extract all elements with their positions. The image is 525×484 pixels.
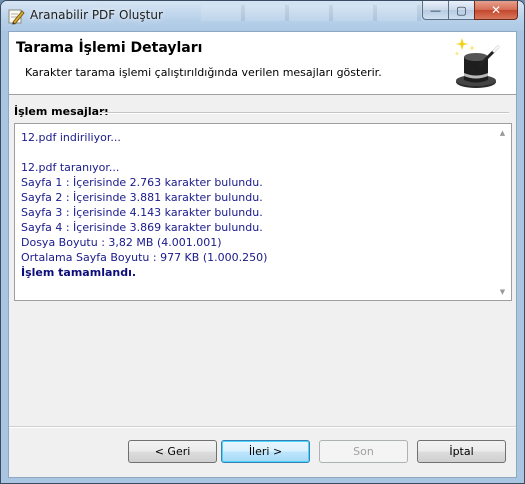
window-title: Aranabilir PDF Oluştur [30, 8, 163, 22]
wizard-client-area: Tarama İşlemi Detayları Karakter tarama … [8, 31, 517, 478]
maximize-icon: ▢ [456, 3, 467, 17]
close-icon: ✕ [490, 3, 502, 17]
messages-log[interactable]: 12.pdf indiriliyor... 12.pdf taranıyor..… [14, 123, 512, 301]
back-button[interactable]: < Geri [128, 440, 217, 463]
cancel-button[interactable]: İptal [417, 440, 506, 463]
magic-hat-icon [454, 38, 500, 88]
button-separator [9, 426, 516, 428]
group-divider [99, 112, 509, 114]
message-line: Sayfa 2 : İçerisinde 3.881 karakter bulu… [21, 191, 263, 204]
vertical-scrollbar[interactable]: ▲ ▼ [494, 124, 511, 300]
page-description: Karakter tarama işlemi çalıştırıldığında… [25, 66, 382, 79]
message-line: Sayfa 3 : İçerisinde 4.143 karakter bulu… [21, 206, 263, 219]
close-button[interactable]: ✕ [474, 1, 518, 20]
finish-button: Son [319, 440, 408, 463]
pen-app-icon [8, 9, 25, 25]
wizard-header: Tarama İşlemi Detayları Karakter tarama … [9, 32, 516, 95]
page-title: Tarama İşlemi Detayları [16, 40, 203, 56]
messages-group-label: İşlem mesajları [14, 105, 112, 118]
message-line: Sayfa 1 : İçerisinde 2.763 karakter bulu… [21, 176, 263, 189]
message-line: 12.pdf indiriliyor... [21, 131, 121, 144]
maximize-button[interactable]: ▢ [448, 1, 474, 20]
scroll-down-icon[interactable]: ▼ [494, 283, 511, 300]
title-bar-glass [201, 5, 421, 21]
message-line-complete: İşlem tamamlandı. [21, 266, 137, 279]
minimize-button[interactable]: — [422, 1, 448, 20]
minimize-icon: — [430, 3, 441, 17]
next-button[interactable]: İleri > [221, 440, 310, 463]
message-line: Ortalama Sayfa Boyutu : 977 KB (1.000.25… [21, 251, 268, 264]
caption-buttons: — ▢ ✕ [422, 1, 518, 21]
scroll-up-icon[interactable]: ▲ [494, 124, 511, 141]
message-list: 12.pdf indiriliyor... 12.pdf taranıyor..… [21, 130, 491, 280]
message-line [21, 145, 491, 160]
message-line: Dosya Boyutu : 3,82 MB (4.001.001) [21, 236, 222, 249]
message-line: Sayfa 4 : İçerisinde 3.869 karakter bulu… [21, 221, 263, 234]
title-bar[interactable]: Aranabilir PDF Oluştur — ▢ ✕ [1, 1, 524, 31]
wizard-window: Aranabilir PDF Oluştur — ▢ ✕ Tarama İşle… [0, 0, 525, 484]
message-line: 12.pdf taranıyor... [21, 161, 120, 174]
